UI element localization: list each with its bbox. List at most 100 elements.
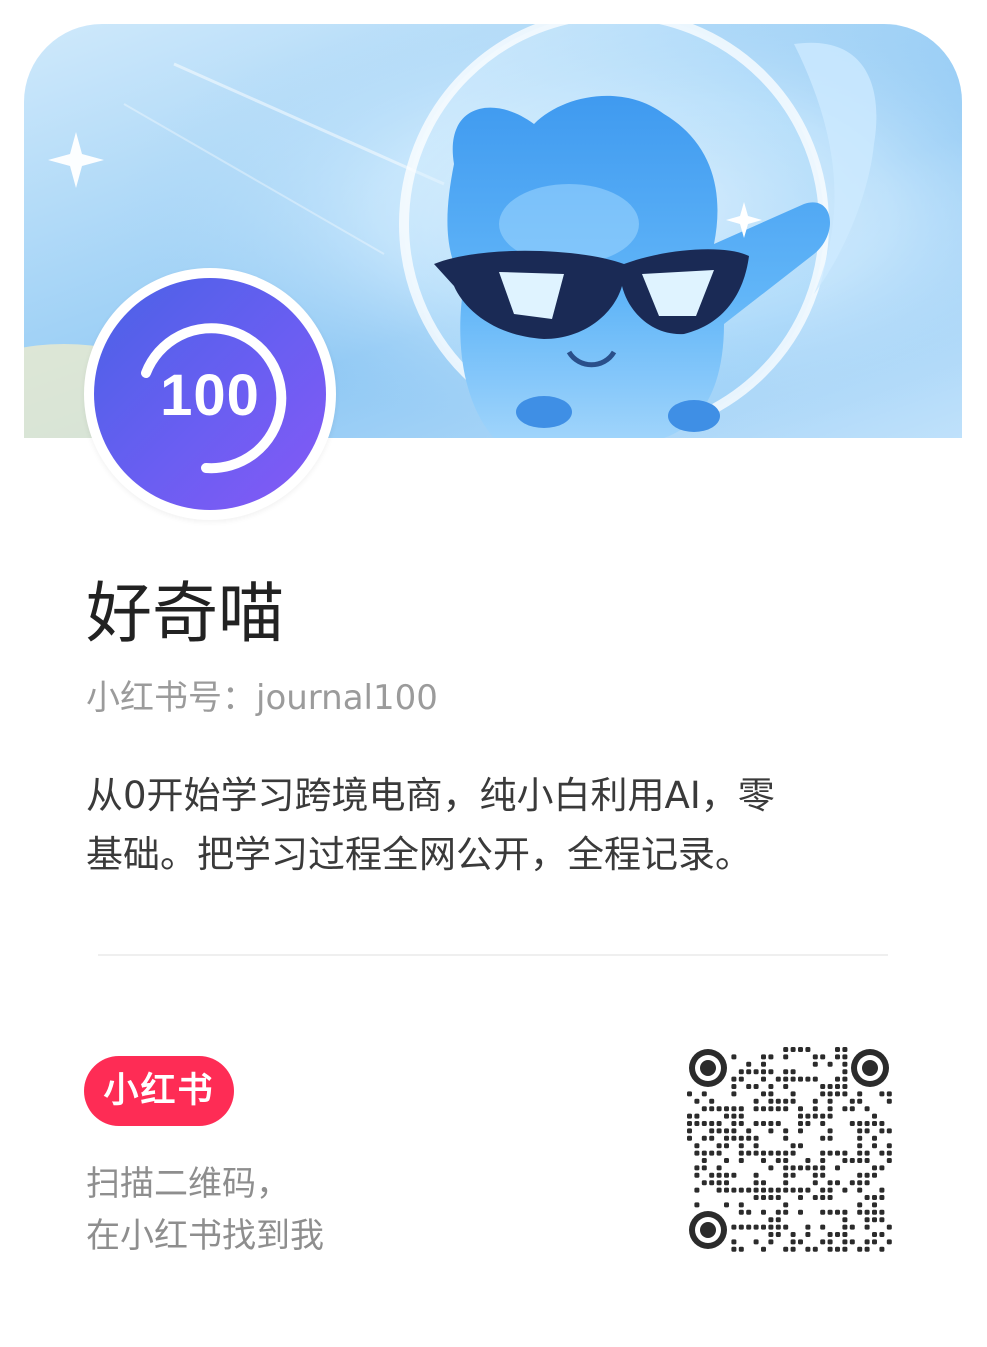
qr-module	[716, 1180, 722, 1186]
qr-module	[701, 1091, 707, 1097]
qr-module	[879, 1195, 885, 1200]
qr-module	[738, 1143, 744, 1149]
qr-module	[775, 1187, 781, 1193]
qr-module	[886, 1091, 892, 1097]
qr-module	[835, 1246, 840, 1252]
qr-module	[864, 1217, 870, 1223]
qr-module	[827, 1098, 833, 1104]
qr-module	[761, 1209, 766, 1215]
qr-module	[768, 1239, 774, 1245]
qr-module	[805, 1246, 811, 1252]
qr-module	[790, 1172, 796, 1178]
qr-module	[701, 1121, 707, 1126]
qr-module	[731, 1084, 737, 1089]
qr-module	[805, 1158, 811, 1163]
qr-module	[879, 1165, 885, 1171]
qr-module	[783, 1150, 789, 1156]
qr-module	[694, 1113, 700, 1119]
qr-module	[798, 1165, 803, 1171]
qr-module	[805, 1076, 811, 1082]
qr-module	[820, 1224, 826, 1230]
qr-module	[775, 1209, 781, 1215]
qr-module	[864, 1180, 870, 1186]
qr-module	[827, 1135, 833, 1141]
scan-line: 在小红书找到我	[86, 1216, 324, 1256]
qr-module	[761, 1121, 766, 1126]
qr-module	[864, 1209, 870, 1215]
scan-line: 扫描二维码，	[86, 1164, 290, 1204]
qr-module	[790, 1143, 796, 1149]
qr-module	[761, 1054, 766, 1060]
qr-module	[879, 1232, 885, 1237]
qr-module	[768, 1106, 774, 1112]
qr-module	[731, 1246, 737, 1252]
qr-module	[835, 1232, 840, 1237]
qr-module	[783, 1076, 789, 1082]
qr-module	[827, 1106, 833, 1112]
qr-module	[783, 1158, 789, 1163]
qr-module	[790, 1076, 796, 1082]
qr-module	[775, 1076, 781, 1082]
qr-module	[761, 1091, 766, 1097]
qr-module	[731, 1054, 737, 1060]
qr-module	[709, 1135, 715, 1141]
qr-module	[761, 1195, 766, 1200]
avatar[interactable]: 100	[84, 268, 336, 520]
qr-module	[872, 1195, 877, 1200]
qr-code[interactable]	[686, 1046, 892, 1252]
qr-module	[694, 1165, 700, 1171]
qr-module	[783, 1106, 789, 1112]
qr-module	[761, 1246, 766, 1252]
scan-instructions: 扫描二维码， 在小红书找到我	[86, 1158, 324, 1262]
qr-module	[738, 1209, 744, 1215]
qr-module	[701, 1180, 707, 1186]
qr-module	[768, 1121, 774, 1126]
qr-module	[827, 1195, 833, 1200]
qr-module	[842, 1054, 848, 1060]
qr-module	[716, 1106, 722, 1112]
qr-module	[790, 1239, 796, 1245]
qr-module	[709, 1106, 715, 1112]
qr-module	[724, 1113, 729, 1119]
qr-module	[783, 1202, 789, 1208]
qr-module	[790, 1098, 796, 1104]
qr-module	[857, 1246, 863, 1252]
qr-module	[886, 1128, 892, 1134]
qr-module	[790, 1091, 796, 1097]
qr-module	[738, 1202, 744, 1208]
qr-module	[820, 1158, 826, 1163]
qr-module	[827, 1091, 833, 1097]
qr-module	[842, 1239, 848, 1245]
qr-module	[753, 1224, 759, 1230]
qr-module	[879, 1246, 885, 1252]
qr-module	[879, 1121, 885, 1126]
qr-module	[872, 1239, 877, 1245]
qr-module	[753, 1180, 759, 1186]
qr-module	[798, 1047, 803, 1052]
account-id: 小红书号：journal100	[86, 678, 438, 718]
qr-module	[768, 1069, 774, 1075]
qr-module	[768, 1232, 774, 1237]
qr-module	[857, 1187, 863, 1193]
qr-module	[835, 1091, 840, 1097]
qr-module	[798, 1113, 803, 1119]
qr-module	[731, 1224, 737, 1230]
qr-module	[864, 1106, 870, 1112]
qr-module	[820, 1239, 826, 1245]
qr-module	[805, 1187, 811, 1193]
qr-module	[716, 1143, 722, 1149]
profile-name: 好奇喵	[86, 575, 284, 652]
qr-module	[842, 1047, 848, 1052]
qr-module	[835, 1084, 840, 1089]
divider	[98, 954, 888, 956]
qr-module	[790, 1232, 796, 1237]
qr-module	[783, 1246, 789, 1252]
qr-module	[724, 1106, 729, 1112]
qr-module	[761, 1106, 766, 1112]
qr-module	[716, 1187, 722, 1193]
qr-module	[761, 1069, 766, 1075]
qr-module	[790, 1187, 796, 1193]
qr-module	[812, 1106, 818, 1112]
qr-module	[857, 1158, 863, 1163]
qr-module	[738, 1113, 744, 1119]
